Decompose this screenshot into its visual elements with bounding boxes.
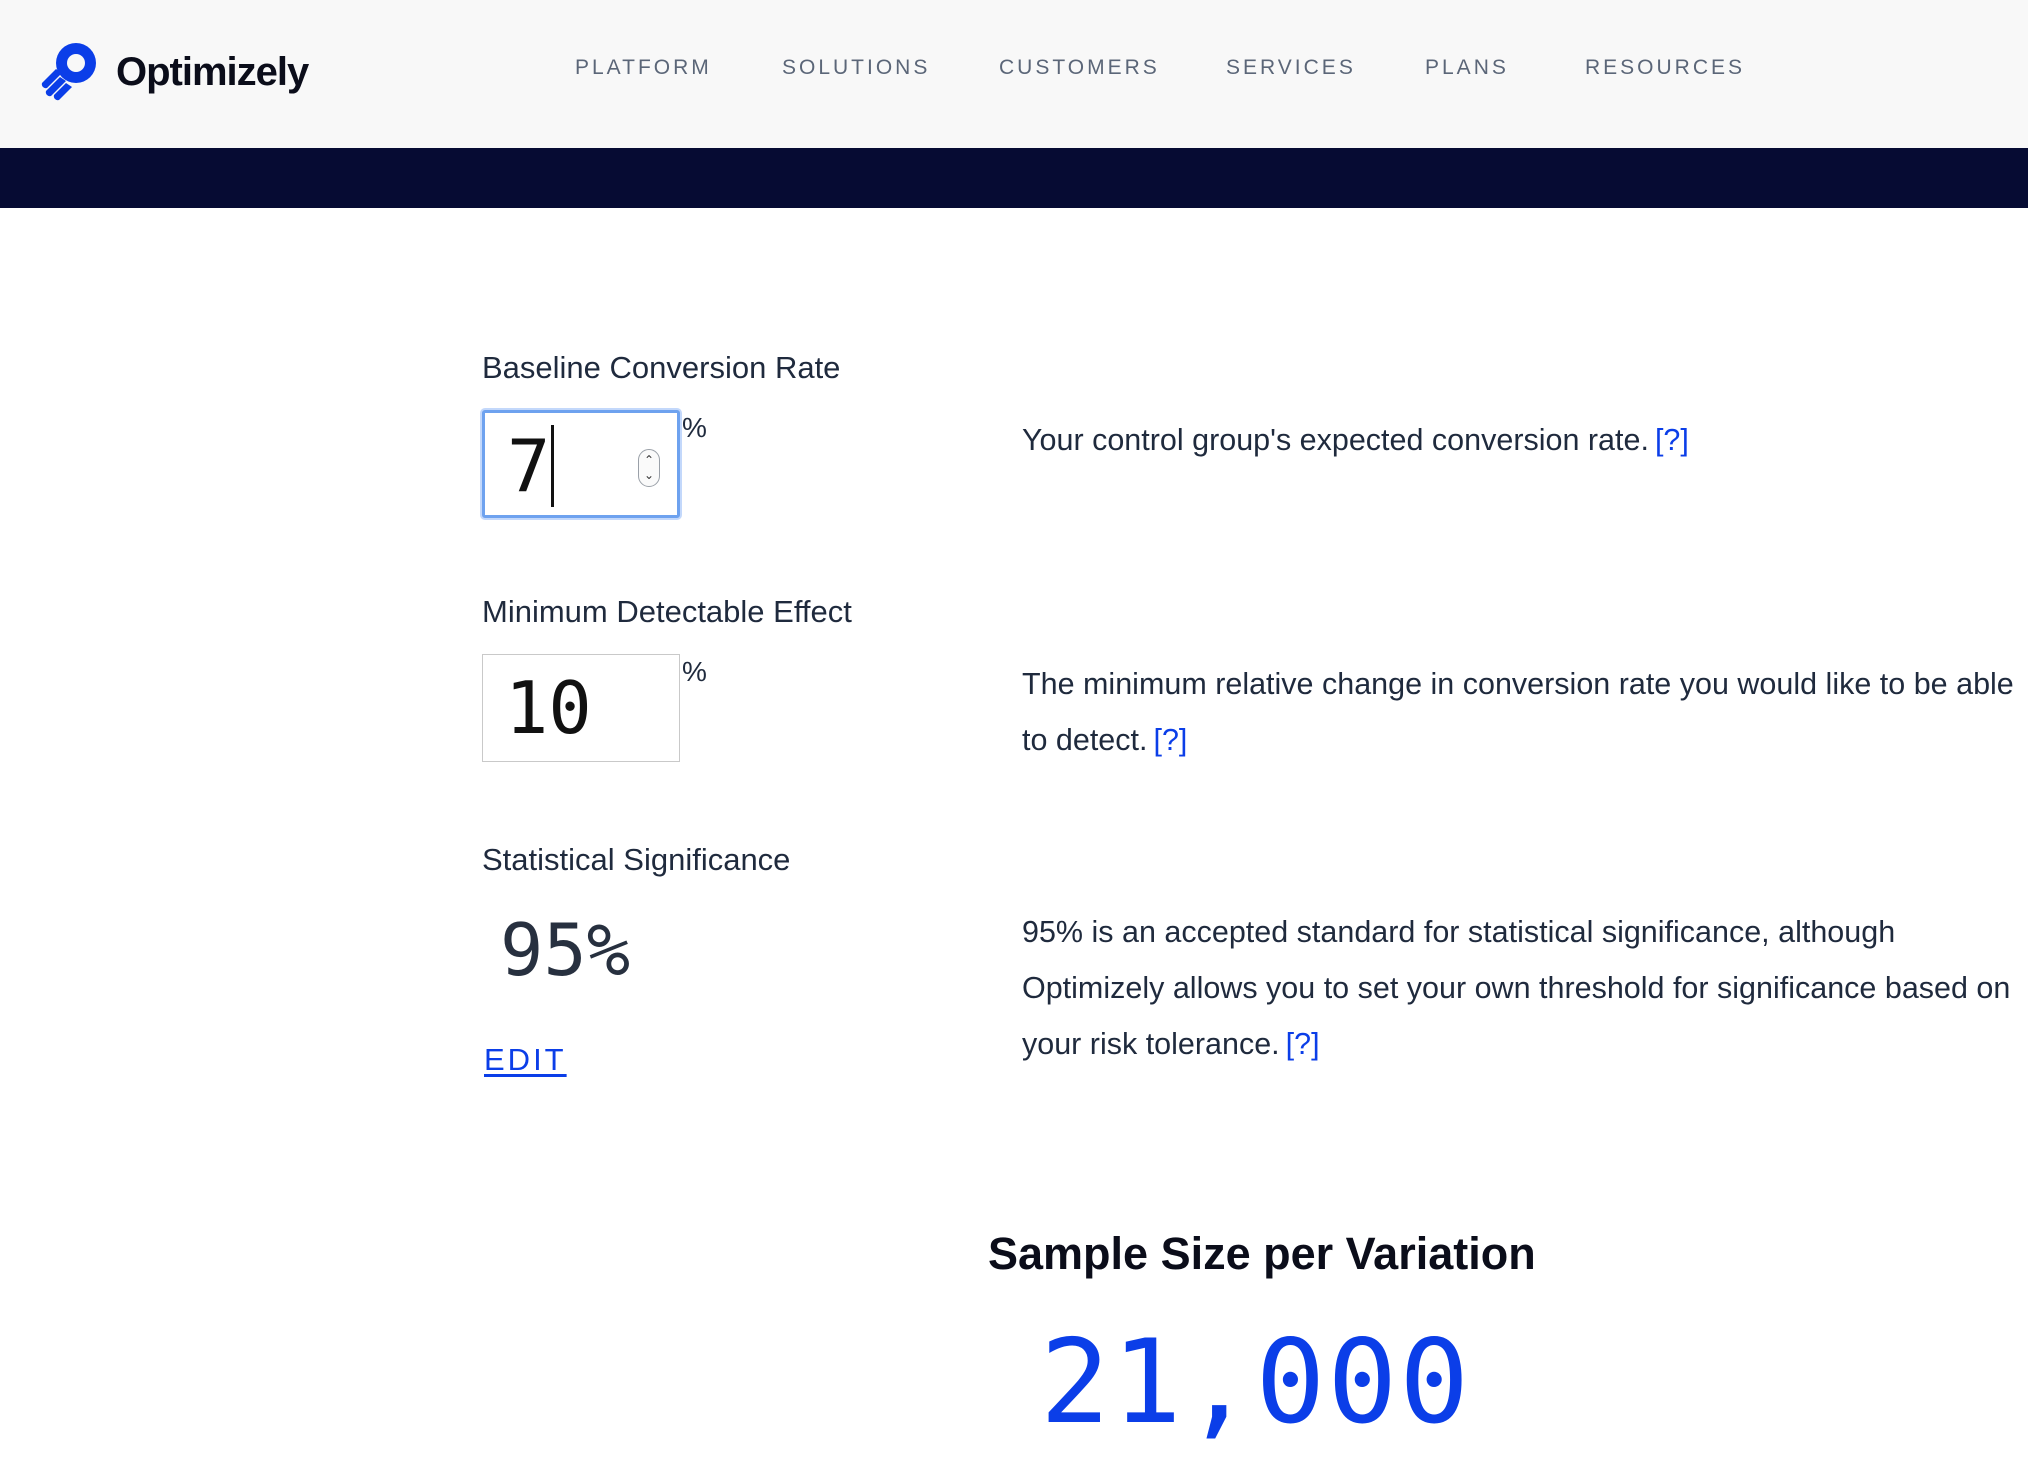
baseline-label: Baseline Conversion Rate xyxy=(482,350,841,385)
baseline-help-link[interactable]: [?] xyxy=(1655,423,1689,457)
baseline-rate-value: 7 xyxy=(507,424,551,508)
mde-description: The minimum relative change in conversio… xyxy=(1022,656,2028,768)
number-spinner[interactable]: ⌃ ⌄ xyxy=(638,449,660,487)
text-caret xyxy=(551,425,554,507)
significance-description: 95% is an accepted standard for statisti… xyxy=(1022,904,2028,1072)
site-header: Optimizely PLATFORM SOLUTIONS CUSTOMERS … xyxy=(0,0,2028,148)
mde-value: 10 xyxy=(505,666,592,750)
mde-input[interactable]: 10 xyxy=(482,654,680,762)
mde-help-link[interactable]: [?] xyxy=(1153,723,1187,757)
brand-logo[interactable]: Optimizely xyxy=(36,32,309,112)
hero-band xyxy=(0,148,2028,208)
significance-help-link[interactable]: [?] xyxy=(1286,1027,1320,1061)
edit-significance-link[interactable]: EDIT xyxy=(484,1042,567,1078)
nav-item-customers[interactable]: CUSTOMERS xyxy=(999,56,1160,80)
nav-item-platform[interactable]: PLATFORM xyxy=(575,56,712,80)
optimizely-logo-icon xyxy=(41,43,96,101)
baseline-unit: % xyxy=(682,412,707,443)
spinner-up-icon[interactable]: ⌃ xyxy=(639,453,659,467)
significance-label: Statistical Significance xyxy=(482,842,791,877)
nav-item-plans[interactable]: PLANS xyxy=(1425,56,1509,80)
baseline-description: Your control group's expected conversion… xyxy=(1022,412,2028,468)
brand-name: Optimizely xyxy=(116,49,309,94)
mde-unit: % xyxy=(682,656,707,687)
spinner-down-icon[interactable]: ⌄ xyxy=(639,468,659,482)
nav-item-services[interactable]: SERVICES xyxy=(1226,56,1356,80)
baseline-description-text: Your control group's expected conversion… xyxy=(1022,423,1649,457)
sample-size-value: 21,000 xyxy=(1040,1315,1472,1450)
baseline-rate-input[interactable]: 7 ⌃ ⌄ xyxy=(482,410,680,518)
nav-item-resources[interactable]: RESOURCES xyxy=(1585,56,1745,80)
mde-label: Minimum Detectable Effect xyxy=(482,594,852,629)
result-title: Sample Size per Variation xyxy=(988,1228,1536,1279)
nav-item-solutions[interactable]: SOLUTIONS xyxy=(782,56,930,80)
significance-value: 95% xyxy=(500,908,631,992)
significance-description-text: 95% is an accepted standard for statisti… xyxy=(1022,915,2011,1061)
